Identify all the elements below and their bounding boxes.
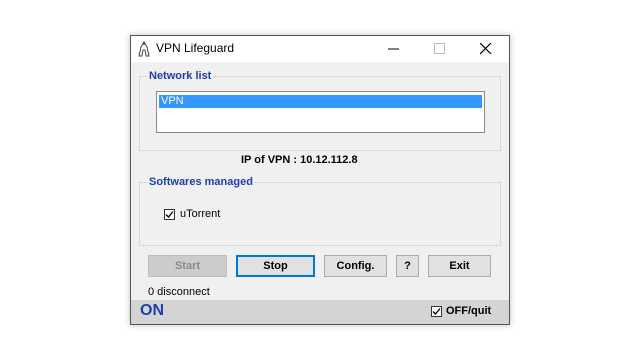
vpn-lifeguard-app-icon	[136, 41, 152, 57]
maximize-icon	[434, 43, 445, 54]
minimize-icon	[388, 48, 399, 50]
softwares-managed-group: Softwares managed uTorrent	[139, 175, 501, 246]
stop-button[interactable]: Stop	[236, 255, 315, 277]
maximize-button[interactable]	[417, 36, 463, 62]
help-button[interactable]: ?	[396, 255, 419, 277]
off-quit-label[interactable]: OFF/quit	[446, 305, 491, 317]
title-bar[interactable]: VPN Lifeguard	[131, 36, 509, 62]
window-title: VPN Lifeguard	[156, 41, 235, 55]
network-listbox[interactable]: VPN	[156, 91, 485, 133]
vpn-ip-label: IP of VPN : 10.12.112.8	[241, 154, 358, 166]
checkmark-icon	[432, 308, 441, 315]
close-button[interactable]	[463, 36, 509, 62]
status-bar: ON OFF/quit	[131, 300, 509, 324]
network-list-group: Network list VPN	[139, 69, 501, 151]
off-quit-checkbox[interactable]	[431, 306, 442, 317]
start-button[interactable]: Start	[148, 255, 227, 277]
network-list-item-vpn[interactable]: VPN	[159, 95, 482, 108]
exit-button[interactable]: Exit	[428, 255, 491, 277]
network-list-label: Network list	[147, 69, 214, 83]
app-window: VPN Lifeguard Network list VPN IP of VPN…	[130, 35, 510, 325]
close-icon	[480, 43, 492, 55]
config-button[interactable]: Config.	[324, 255, 387, 277]
utorrent-label[interactable]: uTorrent	[180, 208, 220, 220]
minimize-button[interactable]	[371, 36, 417, 62]
checkmark-icon	[165, 211, 174, 218]
utorrent-checkbox[interactable]	[164, 209, 175, 220]
disconnect-count: 0 disconnect	[148, 286, 210, 298]
status-state: ON	[140, 302, 164, 319]
softwares-managed-label: Softwares managed	[147, 175, 255, 189]
